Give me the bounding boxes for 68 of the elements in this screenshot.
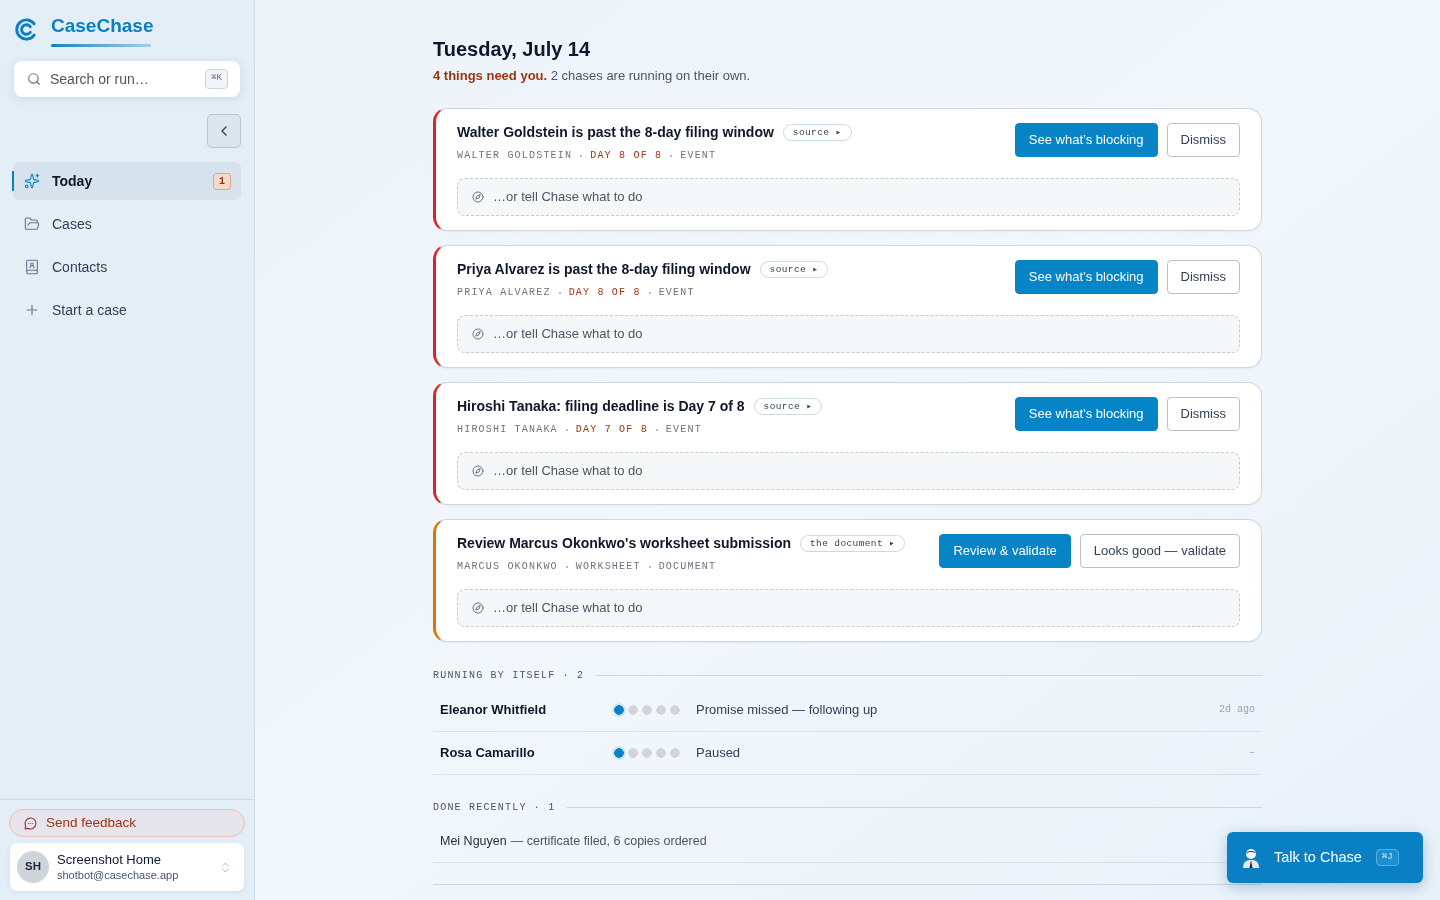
page-summary: 4 things need you. 2 chases are running on their own.	[433, 67, 752, 85]
task-meta: WORKSHEET	[575, 560, 641, 574]
task-meta: EVENT	[665, 423, 702, 437]
send-feedback-button[interactable]: Send feedback	[9, 809, 245, 837]
speech-bubble-icon	[24, 816, 37, 830]
task-title: Review Marcus Okonkwo's worksheet submission	[457, 534, 791, 553]
up-down-chevron-icon	[219, 860, 232, 874]
case-time: –	[1249, 746, 1255, 760]
task-title: Priya Alvarez is past the 8-day filing window	[457, 260, 751, 279]
shortcut-key: ⌘K	[205, 69, 228, 89]
prompt-field[interactable]: …or tell Chase what to do	[457, 588, 1240, 627]
collapse-sidebar-button[interactable]	[207, 114, 241, 148]
nav-item[interactable]: Cases	[13, 205, 241, 243]
task-meta: MARCUS OKONKWO	[457, 560, 558, 574]
count-badge: 1	[213, 172, 231, 190]
section-heading: DONE RECENTLY · 1	[433, 801, 556, 815]
prompt-field[interactable]: …or tell Chase what to do	[457, 177, 1240, 216]
user-initials-avatar: SH	[17, 851, 49, 883]
case-name: Rosa Camarillo	[440, 743, 536, 762]
action-button[interactable]: See what’s blocking	[1014, 122, 1158, 157]
action-button[interactable]: Dismiss	[1166, 122, 1240, 157]
nav-item[interactable]: Contacts	[13, 248, 241, 286]
folder-icon	[24, 216, 40, 232]
compass-icon	[472, 601, 484, 614]
action-button[interactable]: Review & validate	[939, 533, 1071, 568]
compass-icon	[472, 327, 484, 340]
plus-icon	[24, 302, 40, 318]
user-account-button[interactable]: SH Screenshot Home shotbot@casechase.app	[10, 843, 244, 891]
task-title: Hiroshi Tanaka: filing deadline is Day 7 of 8	[457, 397, 745, 416]
action-button[interactable]: See what’s blocking	[1014, 259, 1158, 294]
section-heading: RUNNING BY ITSELF · 2	[433, 669, 585, 683]
case-name: Eleanor Whitfield	[440, 700, 548, 719]
action-button[interactable]: Dismiss	[1166, 396, 1240, 431]
task-meta: WALTER GOLDSTEIN	[457, 149, 573, 163]
case-status: Promise missed — following up	[696, 700, 879, 719]
action-button[interactable]: See what’s blocking	[1014, 396, 1158, 431]
case-status: Paused	[696, 743, 742, 762]
action-button[interactable]: Looks good — validate	[1079, 533, 1240, 568]
contact-book-icon	[24, 259, 40, 275]
talk-to-chase-button[interactable]: Talk to Chase ⌘J	[1227, 832, 1423, 883]
nav-item[interactable]: Today 1	[13, 162, 241, 200]
task-meta: DAY 8 OF 8	[568, 286, 641, 300]
task-meta: DOCUMENT	[658, 560, 717, 574]
compass-icon	[472, 464, 484, 477]
shortcut-key: ⌘J	[1375, 848, 1399, 867]
user-email: shotbot@casechase.app	[57, 867, 180, 883]
task-meta: PRIYA ALVAREZ	[457, 286, 551, 300]
case-name: Mei Nguyen	[440, 832, 507, 850]
prompt-field[interactable]: …or tell Chase what to do	[457, 451, 1240, 490]
search-icon	[27, 72, 41, 86]
task-title: Walter Goldstein is past the 8-day filing window	[457, 123, 774, 142]
user-name: Screenshot Home	[57, 851, 163, 868]
task-meta: EVENT	[680, 149, 717, 163]
sparkle-icon	[24, 173, 40, 189]
task-meta: HIROSHI TANAKA	[457, 423, 558, 437]
task-meta: EVENT	[658, 286, 695, 300]
logo-icon	[15, 18, 38, 41]
task-meta: DAY 7 OF 8	[575, 423, 648, 437]
task-meta: DAY 8 OF 8	[590, 149, 663, 163]
case-detail: — certificate filed, 6 copies ordered	[510, 832, 707, 850]
prompt-field[interactable]: …or tell Chase what to do	[457, 314, 1240, 353]
case-time: 2d ago	[1219, 703, 1255, 717]
nav-item[interactable]: Start a case	[13, 291, 241, 329]
person-icon	[1242, 847, 1260, 868]
action-button[interactable]: Dismiss	[1166, 259, 1240, 294]
page-title: Tuesday, July 14	[433, 37, 592, 61]
brand-name: CaseChase	[51, 15, 154, 37]
compass-icon	[472, 190, 484, 203]
